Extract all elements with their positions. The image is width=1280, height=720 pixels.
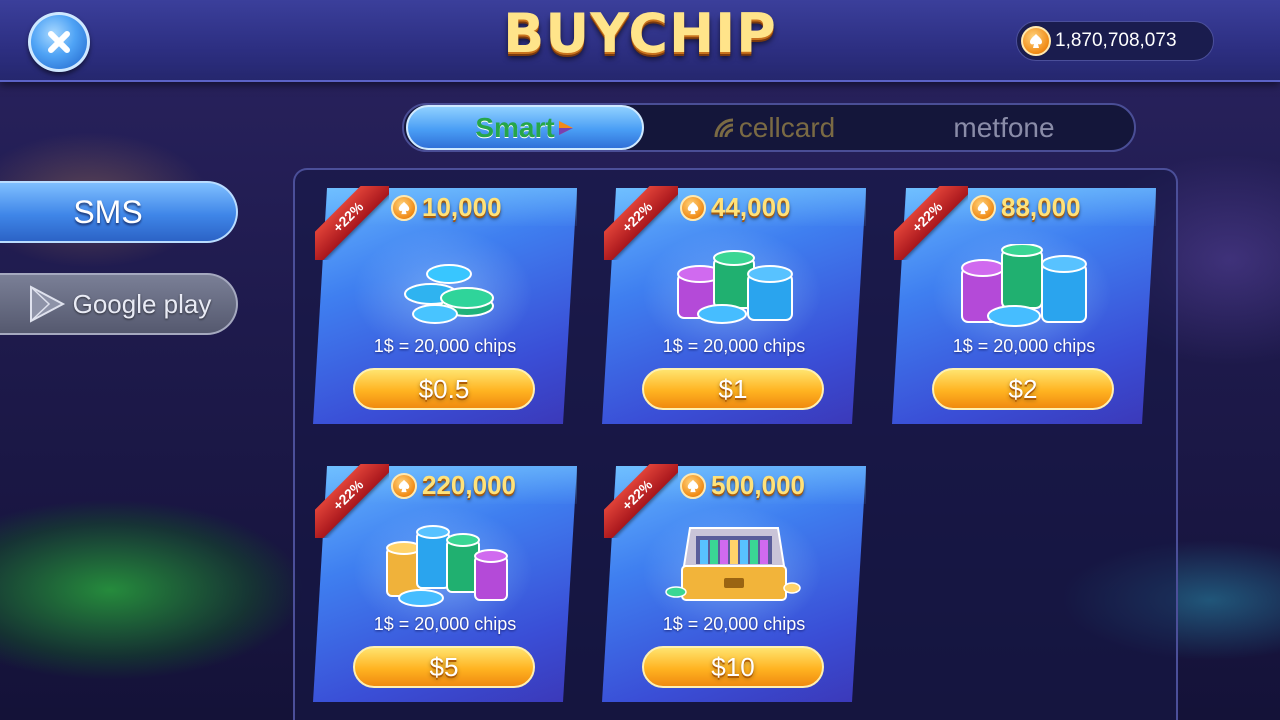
balance-amount: 1,870,708,073 [1055, 30, 1177, 51]
chip-briefcase-icon [665, 527, 801, 601]
chip-coin-icon [970, 194, 996, 221]
chip-coin-icon [680, 194, 706, 221]
price-label: $0.5 [418, 373, 470, 404]
chip-amount-text: 500,000 [711, 470, 805, 500]
package-chip-amount: 220,000 [391, 470, 516, 501]
sms-payment-button[interactable]: SMS [0, 181, 238, 243]
chip-pile-icon [386, 525, 508, 607]
price-label: $1 [718, 373, 748, 404]
tab-cellcard-label: cellcard [738, 111, 836, 143]
tab-metfone[interactable]: metfone [924, 105, 1084, 150]
package-chip-amount: 10,000 [391, 192, 502, 223]
chip-coin-icon [391, 472, 417, 499]
chip-package-card: +22% 44,000 1$ = 20,000 chips $1 [602, 186, 866, 424]
chip-package-card: +22% 88,000 1$ = 20,000 chips $2 [892, 186, 1156, 424]
exchange-rate: 1$ = 20,000 chips [952, 336, 1096, 356]
buy-button[interactable]: $5 [353, 646, 535, 688]
buy-button[interactable]: $1 [642, 368, 824, 410]
package-chip-amount: 44,000 [680, 192, 791, 223]
chip-package-card: +22% 220,000 1$ = 20,000 chips $5 [313, 464, 577, 702]
tab-smart-label: Smart [475, 111, 555, 143]
chip-amount-text: 10,000 [422, 192, 502, 222]
price-label: $10 [711, 651, 755, 682]
buy-button[interactable]: $10 [642, 646, 824, 688]
chip-stack-large-icon [961, 244, 1087, 327]
chip-amount-text: 88,000 [1001, 192, 1081, 222]
google-play-label: Google play [72, 288, 212, 319]
exchange-rate: 1$ = 20,000 chips [662, 336, 806, 356]
tab-metfone-label: metfone [953, 111, 1055, 143]
package-chip-amount: 88,000 [970, 192, 1081, 223]
exchange-rate: 1$ = 20,000 chips [373, 336, 517, 356]
chip-package-card: +22% 500,000 1$ = 20,000 chips $10 [602, 464, 866, 702]
exchange-rate: 1$ = 20,000 chips [662, 614, 806, 634]
tab-cellcard[interactable]: cellcard [694, 105, 854, 150]
chip-amount-text: 44,000 [711, 192, 791, 222]
package-chip-amount: 500,000 [680, 470, 805, 501]
google-play-icon [29, 285, 65, 323]
chip-amount-text: 220,000 [422, 470, 516, 500]
header-bar: BUYCHIP 1,870,708,073 [0, 0, 1280, 82]
chip-coin-icon [1021, 26, 1051, 56]
chip-coin-icon [680, 472, 706, 499]
tab-smart[interactable]: Smart [406, 105, 644, 150]
sms-label: SMS [73, 193, 143, 230]
provider-tabs: Smart cellcard metfone [402, 103, 1136, 152]
smart-logo-icon [558, 120, 573, 135]
price-label: $2 [1008, 373, 1038, 404]
chip-balance: 1,870,708,073 [1016, 21, 1214, 61]
chip-coin-icon [391, 194, 417, 221]
chip-stack-medium-icon [677, 250, 793, 324]
buy-button[interactable]: $0.5 [353, 368, 535, 410]
buy-button[interactable]: $2 [932, 368, 1114, 410]
chip-package-card: +22% 10,000 1$ = 20,000 chips $0.5 [313, 186, 577, 424]
cellcard-logo-icon [714, 118, 733, 137]
exchange-rate: 1$ = 20,000 chips [373, 614, 517, 634]
chip-stack-small-icon [404, 264, 494, 324]
google-play-button[interactable]: Google play [0, 273, 238, 335]
price-label: $5 [429, 651, 459, 682]
